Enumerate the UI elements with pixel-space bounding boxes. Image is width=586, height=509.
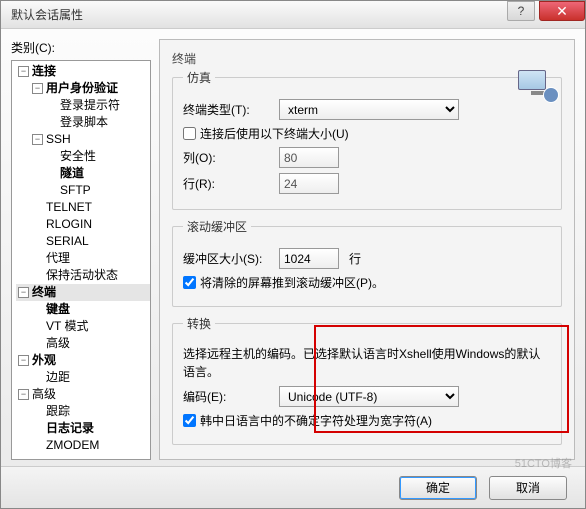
- buffer-size-label: 缓冲区大小(S):: [183, 250, 273, 267]
- cols-label: 列(O):: [183, 149, 273, 166]
- collapse-icon[interactable]: −: [18, 355, 29, 366]
- titlebar: 默认会话属性 ? ✕: [1, 1, 585, 29]
- tree-logging[interactable]: 日志记录: [30, 420, 150, 437]
- cjk-wide-checkbox[interactable]: [183, 414, 196, 427]
- tree-trace[interactable]: 跟踪: [30, 403, 150, 420]
- translation-desc: 选择远程主机的编码。已选择默认语言时Xshell使用Windows的默认语言。: [183, 345, 551, 381]
- tree-proxy[interactable]: 代理: [30, 250, 150, 267]
- tree-tunnel[interactable]: 隧道: [44, 165, 150, 182]
- tree-terminal[interactable]: −终端: [16, 284, 150, 301]
- use-size-checkbox[interactable]: [183, 127, 196, 140]
- tree-telnet[interactable]: TELNET: [30, 199, 150, 216]
- dialog-window: 默认会话属性 ? ✕ 类别(C): −连接 −用户身份验证 登录提示符: [0, 0, 586, 509]
- titlebar-buttons: ? ✕: [507, 1, 585, 28]
- watermark: 51CTO博客: [515, 455, 572, 471]
- ok-button[interactable]: 确定: [399, 476, 477, 500]
- dialog-body: 类别(C): −连接 −用户身份验证 登录提示符 登录脚本: [1, 29, 585, 466]
- encoding-select[interactable]: Unicode (UTF-8): [279, 386, 459, 407]
- tree-ssh[interactable]: −SSH: [30, 131, 150, 148]
- collapse-icon[interactable]: −: [18, 287, 29, 298]
- translation-legend: 转换: [183, 315, 215, 332]
- tree-rlogin[interactable]: RLOGIN: [30, 216, 150, 233]
- tree-advanced[interactable]: −高级: [16, 386, 150, 403]
- cjk-wide-label: 韩中日语言中的不确定字符处理为宽字符(A): [200, 412, 432, 429]
- tree-security[interactable]: 安全性: [44, 148, 150, 165]
- emulation-group: 仿真 终端类型(T): xterm 连接后使用以下终端大小(U) 列(O): 行…: [172, 69, 562, 210]
- terminal-icon: [518, 70, 558, 104]
- gear-icon: [544, 88, 558, 102]
- tree-advanced-t[interactable]: 高级: [30, 335, 150, 352]
- emulation-legend: 仿真: [183, 69, 215, 86]
- dialog-footer: 确定 取消: [1, 466, 585, 508]
- tree-appearance[interactable]: −外观: [16, 352, 150, 369]
- category-label: 类别(C):: [11, 39, 151, 56]
- collapse-icon[interactable]: −: [32, 83, 43, 94]
- rows-label: 行(R):: [183, 175, 273, 192]
- push-cleared-checkbox[interactable]: [183, 276, 196, 289]
- category-panel: 类别(C): −连接 −用户身份验证 登录提示符 登录脚本: [11, 39, 151, 460]
- page-title: 终端: [172, 50, 562, 67]
- collapse-icon[interactable]: −: [18, 66, 29, 77]
- term-type-label: 终端类型(T):: [183, 101, 273, 118]
- tree-login-script[interactable]: 登录脚本: [44, 114, 150, 131]
- category-tree[interactable]: −连接 −用户身份验证 登录提示符 登录脚本 −SSH: [11, 60, 151, 460]
- collapse-icon[interactable]: −: [32, 134, 43, 145]
- tree-zmodem[interactable]: ZMODEM: [30, 437, 150, 454]
- tree-keepalive[interactable]: 保持活动状态: [30, 267, 150, 284]
- use-size-label: 连接后使用以下终端大小(U): [200, 125, 349, 142]
- tree-serial[interactable]: SERIAL: [30, 233, 150, 250]
- tree-connection[interactable]: −连接: [16, 63, 150, 80]
- cols-input[interactable]: [279, 147, 339, 168]
- cancel-button[interactable]: 取消: [489, 476, 567, 500]
- scrollback-legend: 滚动缓冲区: [183, 218, 251, 235]
- close-button[interactable]: ✕: [539, 1, 585, 21]
- tree-margin[interactable]: 边距: [30, 369, 150, 386]
- translation-group: 转换 选择远程主机的编码。已选择默认语言时Xshell使用Windows的默认语…: [172, 315, 562, 445]
- help-button[interactable]: ?: [507, 1, 535, 21]
- rows-input[interactable]: [279, 173, 339, 194]
- tree-keyboard[interactable]: 键盘: [30, 301, 150, 318]
- tree-sftp[interactable]: SFTP: [44, 182, 150, 199]
- term-type-select[interactable]: xterm: [279, 99, 459, 120]
- tree-vtmode[interactable]: VT 模式: [30, 318, 150, 335]
- encoding-label: 编码(E):: [183, 388, 273, 405]
- settings-panel: 终端 仿真 终端类型(T): xterm 连接后使用以下终端大小(U) 列(O)…: [159, 39, 575, 460]
- collapse-icon[interactable]: −: [18, 389, 29, 400]
- window-title: 默认会话属性: [11, 6, 507, 23]
- tree-auth[interactable]: −用户身份验证: [30, 80, 150, 97]
- push-cleared-label: 将清除的屏幕推到滚动缓冲区(P)。: [200, 274, 384, 291]
- scrollback-group: 滚动缓冲区 缓冲区大小(S): 行 将清除的屏幕推到滚动缓冲区(P)。: [172, 218, 562, 307]
- buffer-size-input[interactable]: [279, 248, 339, 269]
- tree-login-prompt[interactable]: 登录提示符: [44, 97, 150, 114]
- buffer-unit: 行: [349, 250, 361, 267]
